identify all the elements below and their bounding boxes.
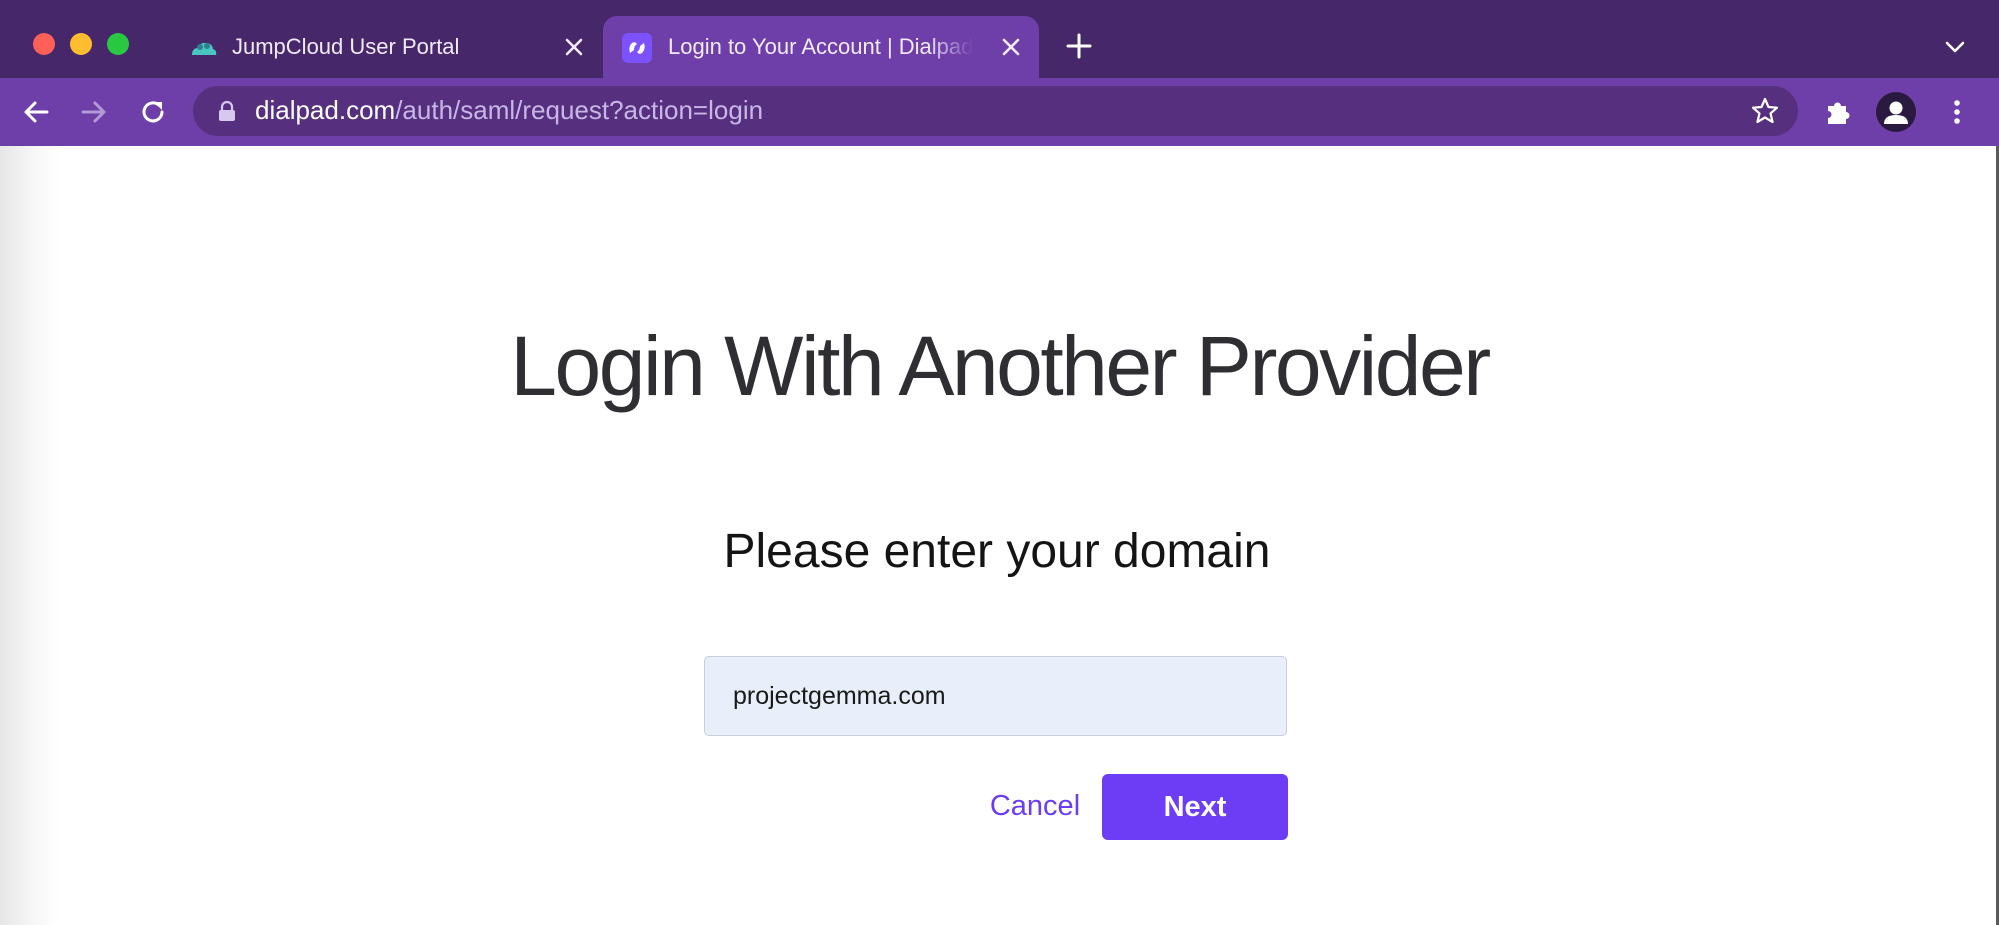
tab-jumpcloud[interactable]: JumpCloud User Portal	[178, 16, 596, 78]
bookmark-star-icon[interactable]	[1750, 96, 1780, 126]
close-icon[interactable]	[562, 35, 586, 59]
chevron-down-icon[interactable]	[1942, 34, 1968, 60]
jumpcloud-cloud-icon	[192, 42, 217, 55]
page-title: Login With Another Provider	[510, 319, 1491, 413]
menu-kebab-icon[interactable]	[1942, 97, 1972, 127]
domain-prompt: Please enter your domain	[723, 525, 1271, 578]
minimize-window-button[interactable]	[70, 33, 92, 55]
forward-arrow-icon[interactable]	[78, 96, 110, 128]
tab-title: JumpCloud User Portal	[232, 34, 460, 59]
back-arrow-icon[interactable]	[20, 96, 52, 128]
lock-icon[interactable]	[218, 100, 236, 122]
url-host: dialpad.com	[255, 95, 396, 125]
url-text[interactable]: dialpad.com/auth/saml/request?action=log…	[255, 95, 763, 126]
close-icon[interactable]	[999, 35, 1023, 59]
next-button[interactable]: Next	[1102, 774, 1288, 840]
extensions-puzzle-icon[interactable]	[1822, 96, 1854, 128]
reload-icon[interactable]	[137, 96, 169, 128]
url-path: /auth/saml/request?action=login	[395, 95, 764, 125]
browser-titlebar: JumpCloud User Portal Login to Your Acco…	[0, 0, 1999, 78]
new-tab-plus-icon[interactable]	[1064, 31, 1094, 61]
person-icon	[1884, 101, 1908, 124]
dialpad-icon	[622, 33, 652, 63]
maximize-window-button[interactable]	[107, 33, 129, 55]
domain-input[interactable]	[704, 656, 1287, 736]
cancel-button[interactable]: Cancel	[970, 778, 1100, 834]
profile-avatar[interactable]	[1876, 92, 1916, 132]
close-window-button[interactable]	[33, 33, 55, 55]
tab-title: Login to Your Account | Dialpad	[668, 34, 973, 59]
tab-dialpad[interactable]: Login to Your Account | Dialpad	[603, 16, 1039, 78]
